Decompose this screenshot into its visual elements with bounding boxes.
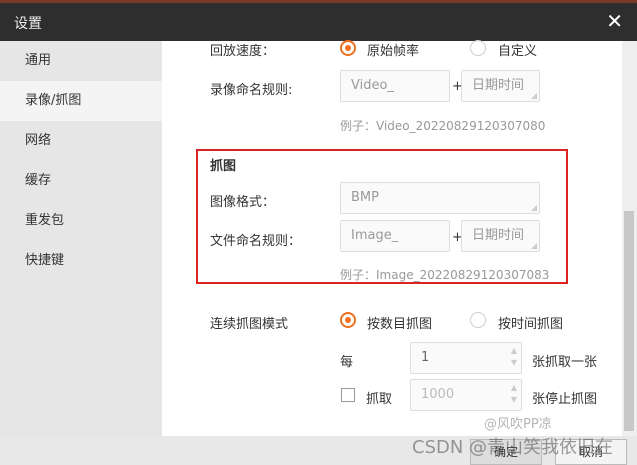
sidebar-item-hotkeys[interactable]: 快捷键 <box>0 241 162 281</box>
stop-unit-label: 张停止抓图 <box>532 392 598 407</box>
stepper-down-icon[interactable]: ▼ <box>511 395 517 404</box>
image-format-select[interactable]: BMP <box>340 182 540 214</box>
radio-custom[interactable] <box>470 40 486 56</box>
record-suffix-value: 日期时间 <box>472 78 525 93</box>
original-framerate-label: 原始帧率 <box>367 44 420 59</box>
every-count-value: 1 <box>421 350 430 365</box>
image-format-value: BMP <box>351 190 379 205</box>
title-bar: 设置 ✕ <box>0 3 637 41</box>
image-suffix-select[interactable]: 日期时间 <box>461 220 540 252</box>
sidebar-item-general[interactable]: 通用 <box>0 41 162 81</box>
radio-by-count[interactable] <box>340 312 356 328</box>
stop-count-stepper[interactable]: 1000 ▲ ▼ <box>410 379 522 411</box>
continuous-mode-label: 连续抓图模式 <box>210 317 289 332</box>
radio-original-framerate[interactable] <box>340 40 356 56</box>
record-name-rule-label: 录像命名规则: <box>210 83 293 98</box>
stepper-up-icon[interactable]: ▲ <box>511 383 517 392</box>
every-label: 每 <box>340 355 354 370</box>
file-name-rule-label: 文件命名规则： <box>210 234 302 249</box>
watermark-author: @风吹PP凉 <box>484 417 552 432</box>
image-suffix-value: 日期时间 <box>472 228 525 243</box>
close-icon[interactable]: ✕ <box>606 9 623 33</box>
every-unit-label: 张抓取一张 <box>532 355 598 370</box>
capture-section-title: 抓图 <box>210 159 237 174</box>
every-count-stepper[interactable]: 1 ▲ ▼ <box>410 342 522 374</box>
sidebar-item-resend[interactable]: 重发包 <box>0 201 162 241</box>
sidebar: 通用 录像/抓图 网络 缓存 重发包 快捷键 <box>0 41 162 436</box>
stop-count-value: 1000 <box>421 387 455 402</box>
radio-by-time[interactable] <box>470 312 486 328</box>
capture-highlight-box <box>196 149 568 284</box>
image-format-label: 图像格式： <box>210 195 276 210</box>
image-example: 例子：Image_20220829120307083 <box>340 268 550 282</box>
image-prefix-input[interactable]: Image_ <box>340 220 450 252</box>
scrollbar[interactable] <box>622 41 637 436</box>
sidebar-item-cache[interactable]: 缓存 <box>0 161 162 201</box>
scrollbar-thumb[interactable] <box>624 211 634 431</box>
playback-speed-label: 回放速度： <box>210 44 276 59</box>
stepper-up-icon[interactable]: ▲ <box>511 346 517 355</box>
sidebar-item-record-capture[interactable]: 录像/抓图 <box>0 81 162 121</box>
watermark-csdn: CSDN @青山笑我依旧在 <box>412 437 614 458</box>
sidebar-item-network[interactable]: 网络 <box>0 121 162 161</box>
stepper-down-icon[interactable]: ▼ <box>511 358 517 367</box>
stop-label: 抓取 <box>366 392 393 407</box>
custom-label: 自定义 <box>498 44 538 59</box>
stop-checkbox[interactable] <box>341 388 355 402</box>
window-title: 设置 <box>14 16 42 32</box>
record-prefix-input[interactable]: Video_ <box>340 70 450 102</box>
by-count-label: 按数目抓图 <box>367 317 433 332</box>
record-example: 例子：Video_20220829120307080 <box>340 119 546 133</box>
record-suffix-select[interactable]: 日期时间 <box>461 70 540 102</box>
by-time-label: 按时间抓图 <box>498 317 564 332</box>
